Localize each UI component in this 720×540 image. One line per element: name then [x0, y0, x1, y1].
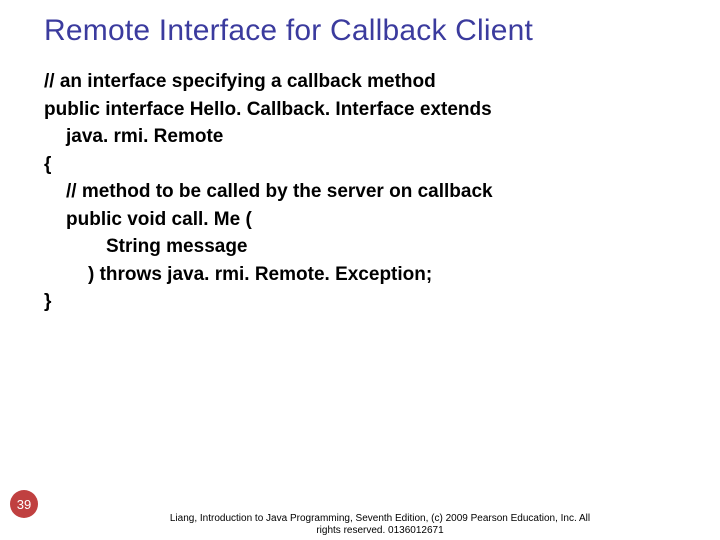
footer-line: rights reserved. 0136012671	[100, 525, 660, 537]
code-line: public void call. Me (	[44, 206, 690, 234]
code-line: String message	[44, 233, 690, 261]
footer-line: Liang, Introduction to Java Programming,…	[100, 513, 660, 525]
code-line: ) throws java. rmi. Remote. Exception;	[44, 261, 690, 289]
code-line: {	[44, 151, 690, 179]
code-line: // an interface specifying a callback me…	[44, 68, 690, 96]
slide-title: Remote Interface for Callback Client	[44, 14, 700, 48]
slide: Remote Interface for Callback Client // …	[0, 0, 720, 540]
page-number-badge: 39	[10, 490, 38, 518]
footer-citation: Liang, Introduction to Java Programming,…	[100, 513, 660, 536]
code-line: public interface Hello. Callback. Interf…	[44, 96, 690, 124]
code-line: }	[44, 288, 690, 316]
code-line: java. rmi. Remote	[44, 123, 690, 151]
code-line: // method to be called by the server on …	[44, 178, 690, 206]
code-block: // an interface specifying a callback me…	[44, 68, 690, 316]
